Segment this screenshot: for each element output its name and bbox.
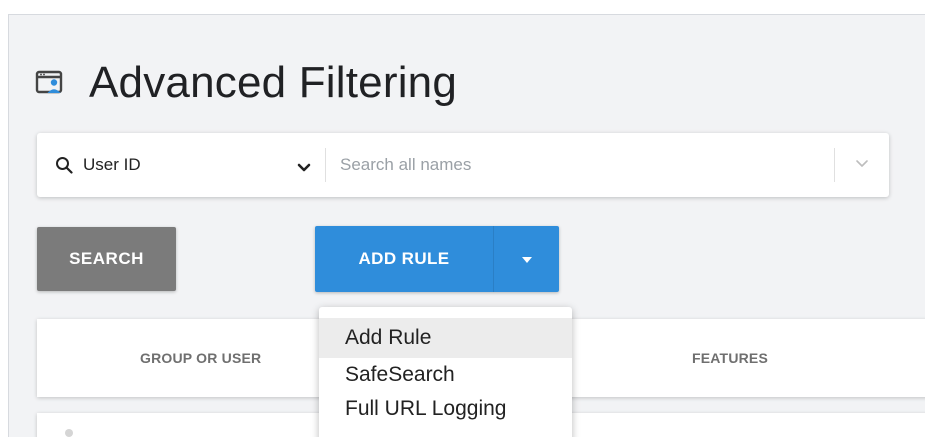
search-button[interactable]: SEARCH xyxy=(37,227,176,291)
menu-item-add-rule[interactable]: Add Rule xyxy=(319,318,572,358)
column-header-group-or-user[interactable]: GROUP OR USER xyxy=(140,319,261,397)
search-icon xyxy=(55,156,73,174)
chevron-down-icon xyxy=(297,160,311,172)
caret-down-icon xyxy=(521,252,533,267)
chevron-down-icon xyxy=(855,156,869,174)
divider xyxy=(325,148,326,182)
title-row: Advanced Filtering xyxy=(35,53,457,113)
search-dropdown-toggle[interactable] xyxy=(835,145,889,185)
row-icon xyxy=(65,429,73,437)
menu-item-safesearch[interactable]: SafeSearch xyxy=(319,358,572,392)
column-header-features[interactable]: FEATURES xyxy=(692,319,768,397)
add-rule-button-group: ADD RULE xyxy=(315,226,559,292)
search-input[interactable] xyxy=(338,154,834,176)
page-title: Advanced Filtering xyxy=(89,58,458,107)
search-field-select[interactable]: User ID xyxy=(83,155,313,175)
add-rule-button[interactable]: ADD RULE xyxy=(315,226,493,292)
menu-item-full-url-logging[interactable]: Full URL Logging xyxy=(319,392,572,426)
user-window-icon xyxy=(35,68,65,98)
add-rule-dropdown-toggle[interactable] xyxy=(493,226,559,292)
page-container: Advanced Filtering User ID Search all na… xyxy=(8,14,925,437)
search-field-value: User ID xyxy=(83,155,141,174)
search-bar: User ID xyxy=(37,133,889,197)
add-rule-dropdown-menu: Add Rule SafeSearch Full URL Logging xyxy=(319,307,572,437)
